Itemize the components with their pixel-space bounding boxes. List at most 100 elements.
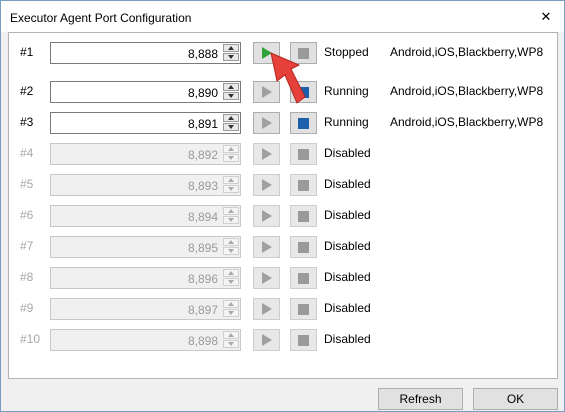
play-button[interactable] <box>253 329 280 351</box>
red-arrow-pointer-icon <box>270 52 306 104</box>
port-spinbox: 8,898 <box>50 329 241 351</box>
chevron-up-icon <box>228 46 234 50</box>
stop-icon <box>298 210 309 222</box>
spin-arrows <box>223 238 239 256</box>
spin-arrows <box>223 207 239 225</box>
title-bar: Executor Agent Port Configuration ✕ <box>1 1 564 32</box>
chevron-up-icon <box>228 209 234 213</box>
close-icon: ✕ <box>540 9 552 24</box>
spin-down-button <box>223 247 239 255</box>
close-button[interactable]: ✕ <box>536 7 556 27</box>
port-spinbox: 8,896 <box>50 267 241 289</box>
refresh-button[interactable]: Refresh <box>378 388 463 410</box>
port-row: #6 8,894 Disabled <box>9 205 557 227</box>
stop-button[interactable] <box>290 236 317 258</box>
platforms-label: Android,iOS,Blackberry,WP8 <box>390 45 544 59</box>
stop-button[interactable] <box>290 112 317 134</box>
stop-button[interactable] <box>290 298 317 320</box>
stop-icon <box>298 148 309 160</box>
play-button[interactable] <box>253 205 280 227</box>
play-icon <box>261 179 272 191</box>
port-value: 8,893 <box>187 179 218 193</box>
spin-arrows <box>223 114 239 132</box>
chevron-up-icon <box>228 85 234 89</box>
chevron-down-icon <box>228 187 234 191</box>
port-spinbox: 8,895 <box>50 236 241 258</box>
stop-button[interactable] <box>290 329 317 351</box>
port-spinbox: 8,894 <box>50 205 241 227</box>
chevron-down-icon <box>228 218 234 222</box>
port-spinbox: 8,897 <box>50 298 241 320</box>
stop-button[interactable] <box>290 267 317 289</box>
port-row: #8 8,896 Disabled <box>9 267 557 289</box>
play-icon <box>261 117 272 129</box>
spin-arrows <box>223 176 239 194</box>
spin-down-button <box>223 154 239 162</box>
port-value: 8,888 <box>187 47 218 61</box>
spin-down-button[interactable] <box>223 53 239 61</box>
chevron-up-icon <box>228 178 234 182</box>
status-label: Disabled <box>324 239 371 253</box>
chevron-down-icon <box>228 280 234 284</box>
port-row: #4 8,892 Disabled <box>9 143 557 165</box>
status-label: Disabled <box>324 208 371 222</box>
spin-down-button[interactable] <box>223 123 239 131</box>
spin-up-button <box>223 269 239 277</box>
stop-button[interactable] <box>290 143 317 165</box>
port-spinbox: 8,892 <box>50 143 241 165</box>
row-number-label: #6 <box>20 208 34 222</box>
spin-arrows <box>223 269 239 287</box>
play-button[interactable] <box>253 267 280 289</box>
spin-arrows <box>223 300 239 318</box>
platforms-label: Android,iOS,Blackberry,WP8 <box>390 84 544 98</box>
chevron-up-icon <box>228 147 234 151</box>
spin-up-button[interactable] <box>223 44 239 52</box>
dialog-window: Executor Agent Port Configuration ✕ #1 8… <box>0 0 565 412</box>
play-icon <box>261 303 272 315</box>
stop-icon <box>298 272 309 284</box>
play-button[interactable] <box>253 112 280 134</box>
ok-button[interactable]: OK <box>473 388 558 410</box>
port-value: 8,892 <box>187 148 218 162</box>
spin-down-button[interactable] <box>223 92 239 100</box>
status-label: Disabled <box>324 332 371 346</box>
port-spinbox[interactable]: 8,888 <box>50 42 241 64</box>
chevron-up-icon <box>228 240 234 244</box>
port-value: 8,898 <box>187 334 218 348</box>
stop-button[interactable] <box>290 174 317 196</box>
spin-up-button[interactable] <box>223 83 239 91</box>
chevron-down-icon <box>228 249 234 253</box>
chevron-up-icon <box>228 271 234 275</box>
play-button[interactable] <box>253 143 280 165</box>
status-label: Disabled <box>324 146 371 160</box>
port-row: #7 8,895 Disabled <box>9 236 557 258</box>
port-value: 8,891 <box>187 117 218 131</box>
spin-down-button <box>223 216 239 224</box>
play-icon <box>261 272 272 284</box>
spin-arrows <box>223 44 239 62</box>
port-spinbox[interactable]: 8,891 <box>50 112 241 134</box>
port-value: 8,897 <box>187 303 218 317</box>
chevron-up-icon <box>228 116 234 120</box>
spin-up-button <box>223 238 239 246</box>
spin-arrows <box>223 145 239 163</box>
stop-button[interactable] <box>290 205 317 227</box>
spin-down-button <box>223 278 239 286</box>
stop-icon <box>298 303 309 315</box>
port-spinbox[interactable]: 8,890 <box>50 81 241 103</box>
row-number-label: #3 <box>20 115 34 129</box>
dialog-title: Executor Agent Port Configuration <box>10 11 192 25</box>
chevron-down-icon <box>228 156 234 160</box>
stop-icon <box>298 241 309 253</box>
play-button[interactable] <box>253 174 280 196</box>
chevron-up-icon <box>228 333 234 337</box>
row-number-label: #5 <box>20 177 34 191</box>
play-button[interactable] <box>253 298 280 320</box>
play-button[interactable] <box>253 236 280 258</box>
spin-up-button <box>223 176 239 184</box>
chevron-down-icon <box>228 55 234 59</box>
spin-up-button[interactable] <box>223 114 239 122</box>
port-row: #9 8,897 Disabled <box>9 298 557 320</box>
chevron-down-icon <box>228 342 234 346</box>
spin-arrows <box>223 331 239 349</box>
